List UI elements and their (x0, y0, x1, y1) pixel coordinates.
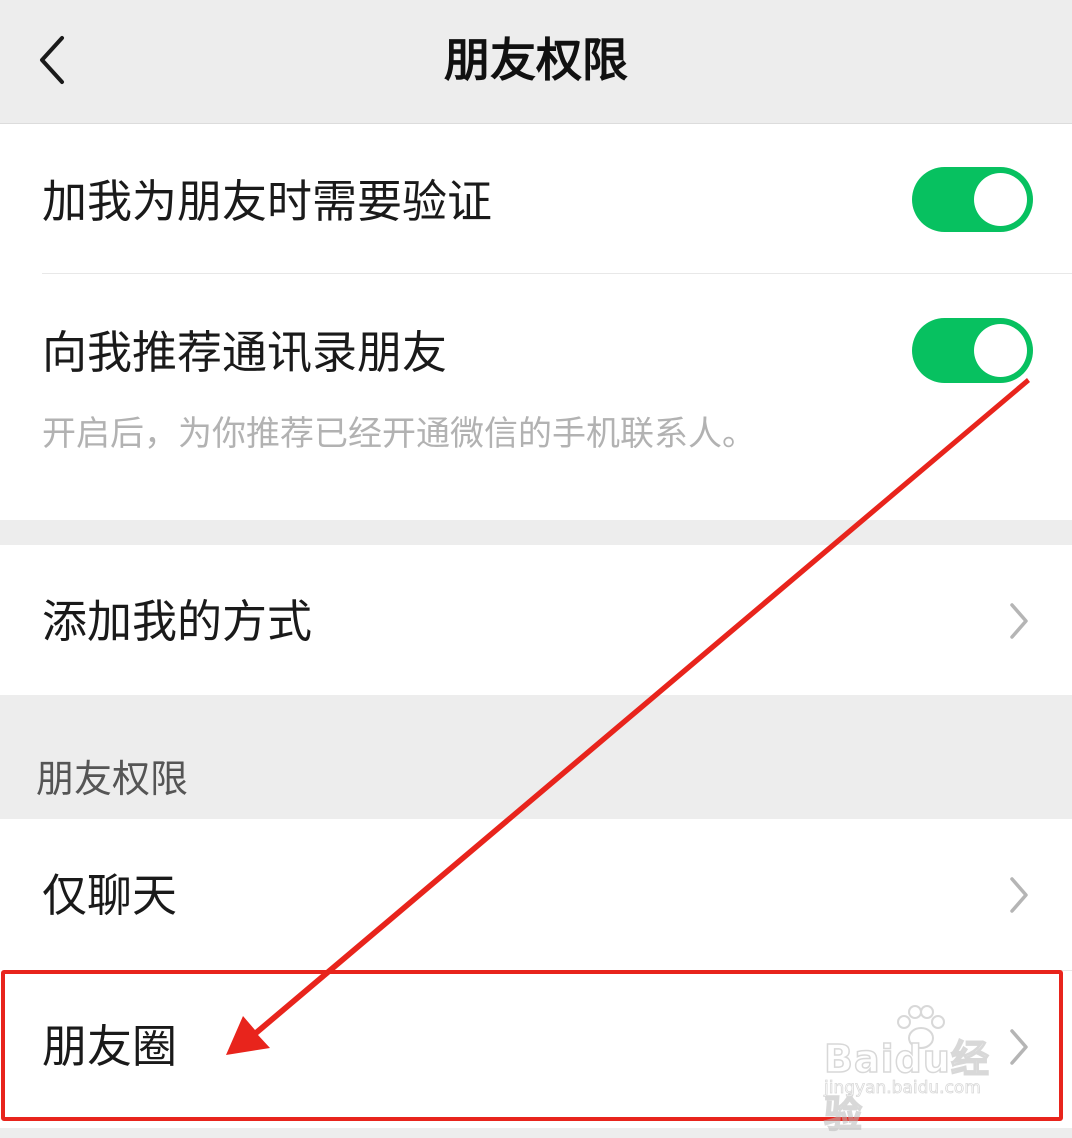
list-item-chat-only[interactable]: 仅聊天 (0, 819, 1072, 969)
verification-label: 加我为朋友时需要验证 (42, 175, 493, 228)
recommend-contacts-toggle[interactable] (912, 318, 1033, 383)
navigation-bar: 朋友权限 (0, 0, 1072, 124)
add-methods-row[interactable]: 添加我的方式 (0, 545, 1072, 695)
toggle-knob (974, 173, 1027, 226)
privacy-toggle-group: 加我为朋友时需要验证 向我推荐通讯录朋友 开启后，为你推荐已经开通微信的手机联系… (0, 124, 1072, 520)
watermark-url: jingyan.baidu.com (824, 1078, 982, 1099)
divider (42, 273, 1072, 274)
toggle-knob (974, 324, 1027, 377)
baidu-watermark: Baidu经验 jingyan.baidu.com (818, 1005, 1018, 1137)
page-title: 朋友权限 (444, 33, 628, 87)
add-methods-label: 添加我的方式 (42, 595, 313, 648)
section-title-friend-permissions: 朋友权限 (36, 757, 189, 801)
recommend-contacts-hint: 开启后，为你推荐已经开通微信的手机联系人。 (42, 414, 756, 454)
chat-only-label: 仅聊天 (42, 869, 178, 922)
chevron-right-icon (1010, 877, 1028, 913)
chevron-right-icon (1010, 603, 1028, 639)
recommend-contacts-label: 向我推荐通讯录朋友 (42, 326, 448, 379)
verification-toggle[interactable] (912, 167, 1033, 232)
